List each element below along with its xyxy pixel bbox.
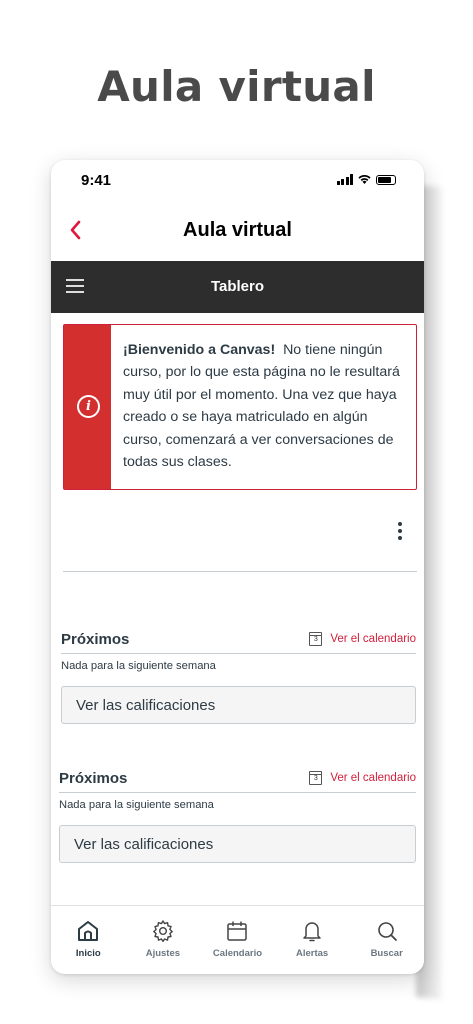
calendar-icon [227, 921, 248, 941]
section-empty-text: Nada para la siguiente semana [59, 799, 214, 811]
section-divider [61, 653, 416, 654]
alert-message: No tiene ningún curso, por lo que esta p… [123, 342, 400, 471]
calendar-link[interactable]: 3 Ver el calendario [309, 632, 416, 646]
alert-side: i [64, 325, 111, 489]
calendar-icon: 3 [309, 771, 323, 785]
dashboard-title: Tablero [210, 278, 265, 295]
alert-heading: ¡Bienvenido a Canvas! [123, 342, 276, 358]
signal-icon [336, 174, 353, 185]
promo-title: Aula virtual [97, 62, 376, 111]
wifi-icon [357, 173, 372, 185]
status-icons [336, 173, 396, 185]
tab-label: Calendario [212, 948, 263, 959]
battery-icon [376, 175, 396, 185]
section-header: Próximos 3 Ver el calendario [59, 768, 416, 792]
section-empty-text: Nada para la siguiente semana [61, 660, 216, 672]
tab-buscar[interactable]: Buscar [349, 906, 424, 974]
gear-icon [152, 920, 173, 942]
phone-screen: 9:41 Aula virtual Tablero i ¡Bienvenido … [51, 160, 424, 974]
calendar-link-label: Ver el calendario [330, 772, 416, 784]
alert-body: ¡Bienvenido a Canvas! No tiene ningún cu… [111, 325, 416, 489]
upcoming-section: Próximos 3 Ver el calendario Nada para l… [61, 629, 416, 724]
tab-ajustes[interactable]: Ajustes [126, 906, 201, 974]
welcome-alert: i ¡Bienvenido a Canvas! No tiene ningún … [63, 324, 417, 490]
status-bar: 9:41 [51, 160, 424, 200]
home-icon [78, 921, 99, 941]
tab-label: Inicio [75, 948, 101, 959]
tab-calendario[interactable]: Calendario [200, 906, 275, 974]
divider [63, 571, 417, 572]
tab-inicio[interactable]: Inicio [51, 906, 126, 974]
nav-title: Aula virtual [183, 219, 292, 241]
calendar-icon: 3 [309, 632, 323, 646]
info-icon: i [77, 395, 100, 418]
view-grades-button[interactable]: Ver las calificaciones [59, 825, 416, 863]
upcoming-section: Próximos 3 Ver el calendario Nada para l… [59, 768, 416, 863]
tab-label: Alertas [295, 948, 329, 959]
view-grades-button[interactable]: Ver las calificaciones [61, 686, 416, 724]
section-divider [59, 792, 416, 793]
section-title: Próximos [59, 770, 128, 787]
tab-bar: Inicio Ajustes Calendario Alertas Buscar [51, 905, 424, 974]
section-title: Próximos [61, 631, 130, 648]
calendar-link[interactable]: 3 Ver el calendario [309, 771, 416, 785]
calendar-link-label: Ver el calendario [330, 633, 416, 645]
more-options-icon[interactable] [398, 522, 404, 543]
section-header: Próximos 3 Ver el calendario [61, 629, 416, 653]
tab-label: Buscar [370, 948, 403, 959]
nav-bar: Aula virtual [51, 208, 424, 252]
tab-label: Ajustes [145, 948, 181, 959]
bell-icon [303, 922, 321, 942]
tab-alertas[interactable]: Alertas [275, 906, 350, 974]
search-icon [377, 922, 397, 941]
status-time: 9:41 [81, 172, 112, 189]
dashboard-bar: Tablero [51, 261, 424, 313]
